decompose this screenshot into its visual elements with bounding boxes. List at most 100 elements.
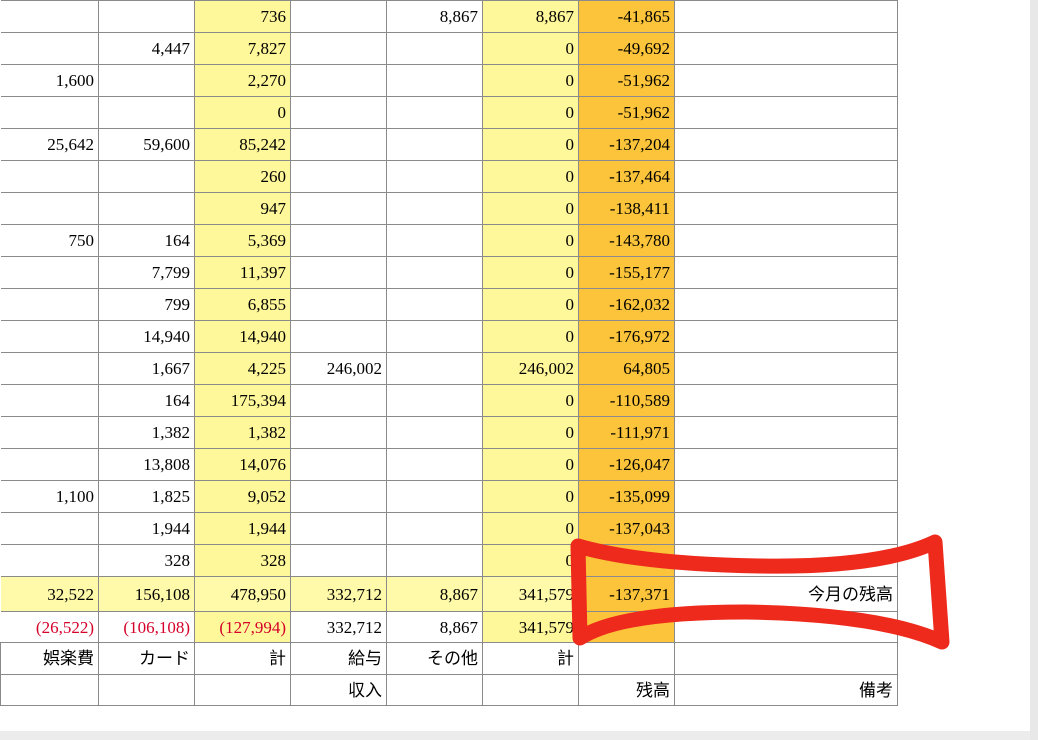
table-cell[interactable] [578, 544, 675, 577]
table-cell[interactable]: -41,865 [578, 0, 675, 33]
table-cell[interactable]: 0 [482, 384, 579, 417]
table-cell[interactable]: 8,867 [482, 0, 579, 33]
group-header-cell[interactable] [98, 674, 195, 706]
table-cell[interactable]: 25,642 [0, 128, 99, 161]
table-cell[interactable]: 0 [482, 192, 579, 225]
difference-cell[interactable]: (127,994) [194, 611, 291, 643]
table-cell[interactable] [386, 384, 483, 417]
header-notes[interactable]: 備考 [674, 674, 898, 706]
table-cell[interactable]: 1,382 [194, 416, 291, 449]
table-cell[interactable]: 750 [0, 224, 99, 257]
difference-cell[interactable] [674, 611, 898, 643]
table-cell[interactable]: 0 [482, 224, 579, 257]
header-income[interactable]: 収入 [290, 674, 387, 706]
table-cell[interactable] [674, 448, 898, 481]
group-header-cell[interactable] [482, 674, 579, 706]
table-cell[interactable] [98, 160, 195, 193]
table-cell[interactable] [290, 256, 387, 289]
table-cell[interactable] [386, 256, 483, 289]
table-cell[interactable] [290, 384, 387, 417]
table-cell[interactable]: -135,099 [578, 480, 675, 513]
table-cell[interactable]: 14,076 [194, 448, 291, 481]
group-header-cell[interactable] [386, 674, 483, 706]
table-cell[interactable]: 1,667 [98, 352, 195, 385]
table-cell[interactable] [674, 128, 898, 161]
table-cell[interactable] [386, 320, 483, 353]
total-cell[interactable]: 478,950 [194, 576, 291, 612]
table-cell[interactable] [674, 512, 898, 545]
table-cell[interactable] [674, 0, 898, 33]
table-cell[interactable] [98, 64, 195, 97]
table-cell[interactable]: 1,825 [98, 480, 195, 513]
table-cell[interactable] [290, 288, 387, 321]
header-income-total[interactable]: 計 [482, 642, 579, 675]
table-cell[interactable]: 6,855 [194, 288, 291, 321]
table-cell[interactable]: 64,805 [578, 352, 675, 385]
table-cell[interactable]: 0 [482, 64, 579, 97]
header-card[interactable]: カード [98, 642, 195, 675]
table-cell[interactable]: 0 [482, 256, 579, 289]
table-cell[interactable] [0, 0, 99, 33]
header-other[interactable]: その他 [386, 642, 483, 675]
table-cell[interactable] [674, 288, 898, 321]
table-cell[interactable] [386, 96, 483, 129]
table-cell[interactable]: -137,204 [578, 128, 675, 161]
table-cell[interactable]: 59,600 [98, 128, 195, 161]
header-notes-top[interactable] [674, 642, 898, 675]
table-cell[interactable]: 0 [482, 480, 579, 513]
table-cell[interactable]: 5,369 [194, 224, 291, 257]
table-cell[interactable] [674, 160, 898, 193]
table-cell[interactable]: 947 [194, 192, 291, 225]
table-cell[interactable] [290, 32, 387, 65]
table-cell[interactable]: 4,225 [194, 352, 291, 385]
difference-cell[interactable]: 8,867 [386, 611, 483, 643]
table-cell[interactable] [290, 224, 387, 257]
table-cell[interactable] [0, 544, 99, 577]
table-cell[interactable]: 9,052 [194, 480, 291, 513]
table-cell[interactable]: 0 [482, 448, 579, 481]
header-entertainment[interactable]: 娯楽費 [0, 642, 99, 675]
table-cell[interactable] [0, 352, 99, 385]
total-cell[interactable]: 332,712 [290, 576, 387, 612]
table-cell[interactable]: 0 [482, 96, 579, 129]
table-cell[interactable] [674, 544, 898, 577]
header-balance[interactable]: 残高 [578, 674, 675, 706]
table-cell[interactable]: -137,043 [578, 512, 675, 545]
table-cell[interactable] [0, 256, 99, 289]
table-cell[interactable] [674, 480, 898, 513]
table-cell[interactable] [98, 192, 195, 225]
difference-cell[interactable]: 332,712 [290, 611, 387, 643]
table-cell[interactable] [386, 32, 483, 65]
table-cell[interactable] [0, 448, 99, 481]
table-cell[interactable] [0, 320, 99, 353]
table-cell[interactable]: -51,962 [578, 96, 675, 129]
table-cell[interactable] [290, 0, 387, 33]
table-cell[interactable]: 0 [482, 288, 579, 321]
table-cell[interactable]: 0 [482, 128, 579, 161]
table-cell[interactable]: 0 [482, 544, 579, 577]
table-cell[interactable] [0, 160, 99, 193]
total-cell[interactable]: 156,108 [98, 576, 195, 612]
table-cell[interactable] [674, 416, 898, 449]
table-cell[interactable]: 0 [482, 160, 579, 193]
table-cell[interactable]: 0 [482, 416, 579, 449]
table-cell[interactable]: 0 [482, 32, 579, 65]
table-cell[interactable]: -138,411 [578, 192, 675, 225]
table-cell[interactable]: 328 [194, 544, 291, 577]
table-cell[interactable]: 11,397 [194, 256, 291, 289]
current-balance-cell[interactable]: -137,371 [578, 576, 675, 612]
table-cell[interactable]: 1,944 [98, 512, 195, 545]
table-cell[interactable] [386, 224, 483, 257]
table-cell[interactable]: -155,177 [578, 256, 675, 289]
table-cell[interactable]: 8,867 [386, 0, 483, 33]
table-cell[interactable] [674, 384, 898, 417]
table-cell[interactable] [0, 384, 99, 417]
table-cell[interactable] [674, 256, 898, 289]
table-cell[interactable]: 1,600 [0, 64, 99, 97]
table-cell[interactable]: -110,589 [578, 384, 675, 417]
table-cell[interactable]: -51,962 [578, 64, 675, 97]
table-cell[interactable]: 13,808 [98, 448, 195, 481]
table-cell[interactable]: -162,032 [578, 288, 675, 321]
table-cell[interactable] [674, 320, 898, 353]
header-balance-top[interactable] [578, 642, 675, 675]
